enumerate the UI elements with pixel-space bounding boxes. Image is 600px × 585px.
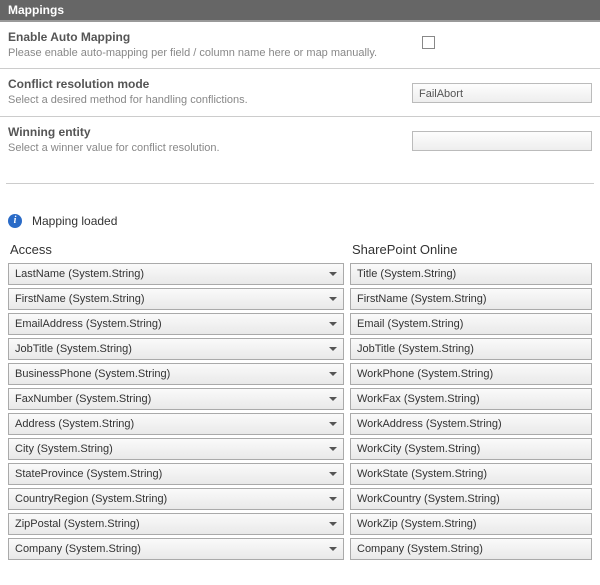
- mapping-row: ZipPostal (System.String): [8, 513, 344, 535]
- sharepoint-field: FirstName (System.String): [350, 288, 592, 310]
- winning-entity-dropdown[interactable]: [412, 131, 592, 151]
- mapping-row: Company (System.String): [8, 538, 344, 560]
- access-field-select[interactable]: CountryRegion (System.String): [8, 488, 344, 510]
- mapping-row: FaxNumber (System.String): [8, 388, 344, 410]
- conflict-mode-dropdown[interactable]: FailAbort: [412, 83, 592, 103]
- sharepoint-field: WorkCountry (System.String): [350, 488, 592, 510]
- sharepoint-field: WorkCity (System.String): [350, 438, 592, 460]
- mapping-row: Title (System.String): [350, 263, 592, 285]
- sharepoint-header: SharePoint Online: [350, 242, 592, 257]
- setting-control: [412, 30, 592, 52]
- setting-control: [412, 125, 592, 151]
- setting-desc: Select a desired method for handling con…: [8, 93, 412, 107]
- access-field-select[interactable]: FaxNumber (System.String): [8, 388, 344, 410]
- mapping-columns: Access LastName (System.String) FirstName…: [0, 242, 600, 563]
- sharepoint-column: SharePoint Online Title (System.String) F…: [350, 242, 592, 563]
- mapping-row: Address (System.String): [8, 413, 344, 435]
- sharepoint-field: Company (System.String): [350, 538, 592, 560]
- status-text: Mapping loaded: [32, 214, 117, 228]
- sharepoint-field: WorkPhone (System.String): [350, 363, 592, 385]
- mapping-row: WorkAddress (System.String): [350, 413, 592, 435]
- mapping-row: JobTitle (System.String): [350, 338, 592, 360]
- auto-mapping-checkbox[interactable]: [422, 36, 435, 49]
- mapping-row: WorkCountry (System.String): [350, 488, 592, 510]
- mapping-row: StateProvince (System.String): [8, 463, 344, 485]
- setting-text: Enable Auto Mapping Please enable auto-m…: [8, 30, 412, 60]
- mapping-row: CountryRegion (System.String): [8, 488, 344, 510]
- sharepoint-field: JobTitle (System.String): [350, 338, 592, 360]
- mapping-row: Email (System.String): [350, 313, 592, 335]
- mapping-row: WorkState (System.String): [350, 463, 592, 485]
- setting-control: FailAbort: [412, 77, 592, 103]
- setting-title: Conflict resolution mode: [8, 77, 412, 91]
- sharepoint-field: Title (System.String): [350, 263, 592, 285]
- panel-title: Mappings: [8, 3, 64, 17]
- mapping-row: FirstName (System.String): [8, 288, 344, 310]
- mapping-row: WorkCity (System.String): [350, 438, 592, 460]
- sharepoint-field: WorkState (System.String): [350, 463, 592, 485]
- access-list: LastName (System.String) FirstName (Syste…: [8, 263, 344, 563]
- setting-winning-entity: Winning entity Select a winner value for…: [0, 117, 600, 163]
- setting-text: Conflict resolution mode Select a desire…: [8, 77, 412, 107]
- info-icon: i: [8, 214, 22, 228]
- access-field-select[interactable]: EmailAddress (System.String): [8, 313, 344, 335]
- mapping-row: FirstName (System.String): [350, 288, 592, 310]
- sharepoint-field: WorkFax (System.String): [350, 388, 592, 410]
- access-field-select[interactable]: Address (System.String): [8, 413, 344, 435]
- sharepoint-field: Email (System.String): [350, 313, 592, 335]
- access-column: Access LastName (System.String) FirstName…: [8, 242, 344, 563]
- setting-desc: Please enable auto-mapping per field / c…: [8, 46, 412, 60]
- mapping-row: BusinessPhone (System.String): [8, 363, 344, 385]
- access-field-select[interactable]: JobTitle (System.String): [8, 338, 344, 360]
- setting-title: Winning entity: [8, 125, 412, 139]
- access-field-select[interactable]: BusinessPhone (System.String): [8, 363, 344, 385]
- access-field-select[interactable]: StateProvince (System.String): [8, 463, 344, 485]
- access-header: Access: [8, 242, 344, 257]
- access-field-select[interactable]: City (System.String): [8, 438, 344, 460]
- access-field-select[interactable]: ZipPostal (System.String): [8, 513, 344, 535]
- access-field-select[interactable]: LastName (System.String): [8, 263, 344, 285]
- setting-conflict-mode: Conflict resolution mode Select a desire…: [0, 69, 600, 116]
- mapping-row: Company (System.String): [350, 538, 592, 560]
- setting-text: Winning entity Select a winner value for…: [8, 125, 412, 155]
- setting-auto-mapping: Enable Auto Mapping Please enable auto-m…: [0, 22, 600, 69]
- mapping-row: WorkZip (System.String): [350, 513, 592, 535]
- mapping-row: WorkPhone (System.String): [350, 363, 592, 385]
- setting-desc: Select a winner value for conflict resol…: [8, 141, 412, 155]
- mapping-row: WorkFax (System.String): [350, 388, 592, 410]
- mapping-row: EmailAddress (System.String): [8, 313, 344, 335]
- access-field-select[interactable]: Company (System.String): [8, 538, 344, 560]
- sharepoint-field: WorkAddress (System.String): [350, 413, 592, 435]
- sharepoint-field: WorkZip (System.String): [350, 513, 592, 535]
- mapping-row: LastName (System.String): [8, 263, 344, 285]
- status-row: i Mapping loaded: [0, 184, 600, 242]
- mapping-row: JobTitle (System.String): [8, 338, 344, 360]
- mapping-row: City (System.String): [8, 438, 344, 460]
- panel-header: Mappings: [0, 0, 600, 22]
- access-field-select[interactable]: FirstName (System.String): [8, 288, 344, 310]
- sharepoint-list: Title (System.String) FirstName (System.S…: [350, 263, 592, 563]
- setting-title: Enable Auto Mapping: [8, 30, 412, 44]
